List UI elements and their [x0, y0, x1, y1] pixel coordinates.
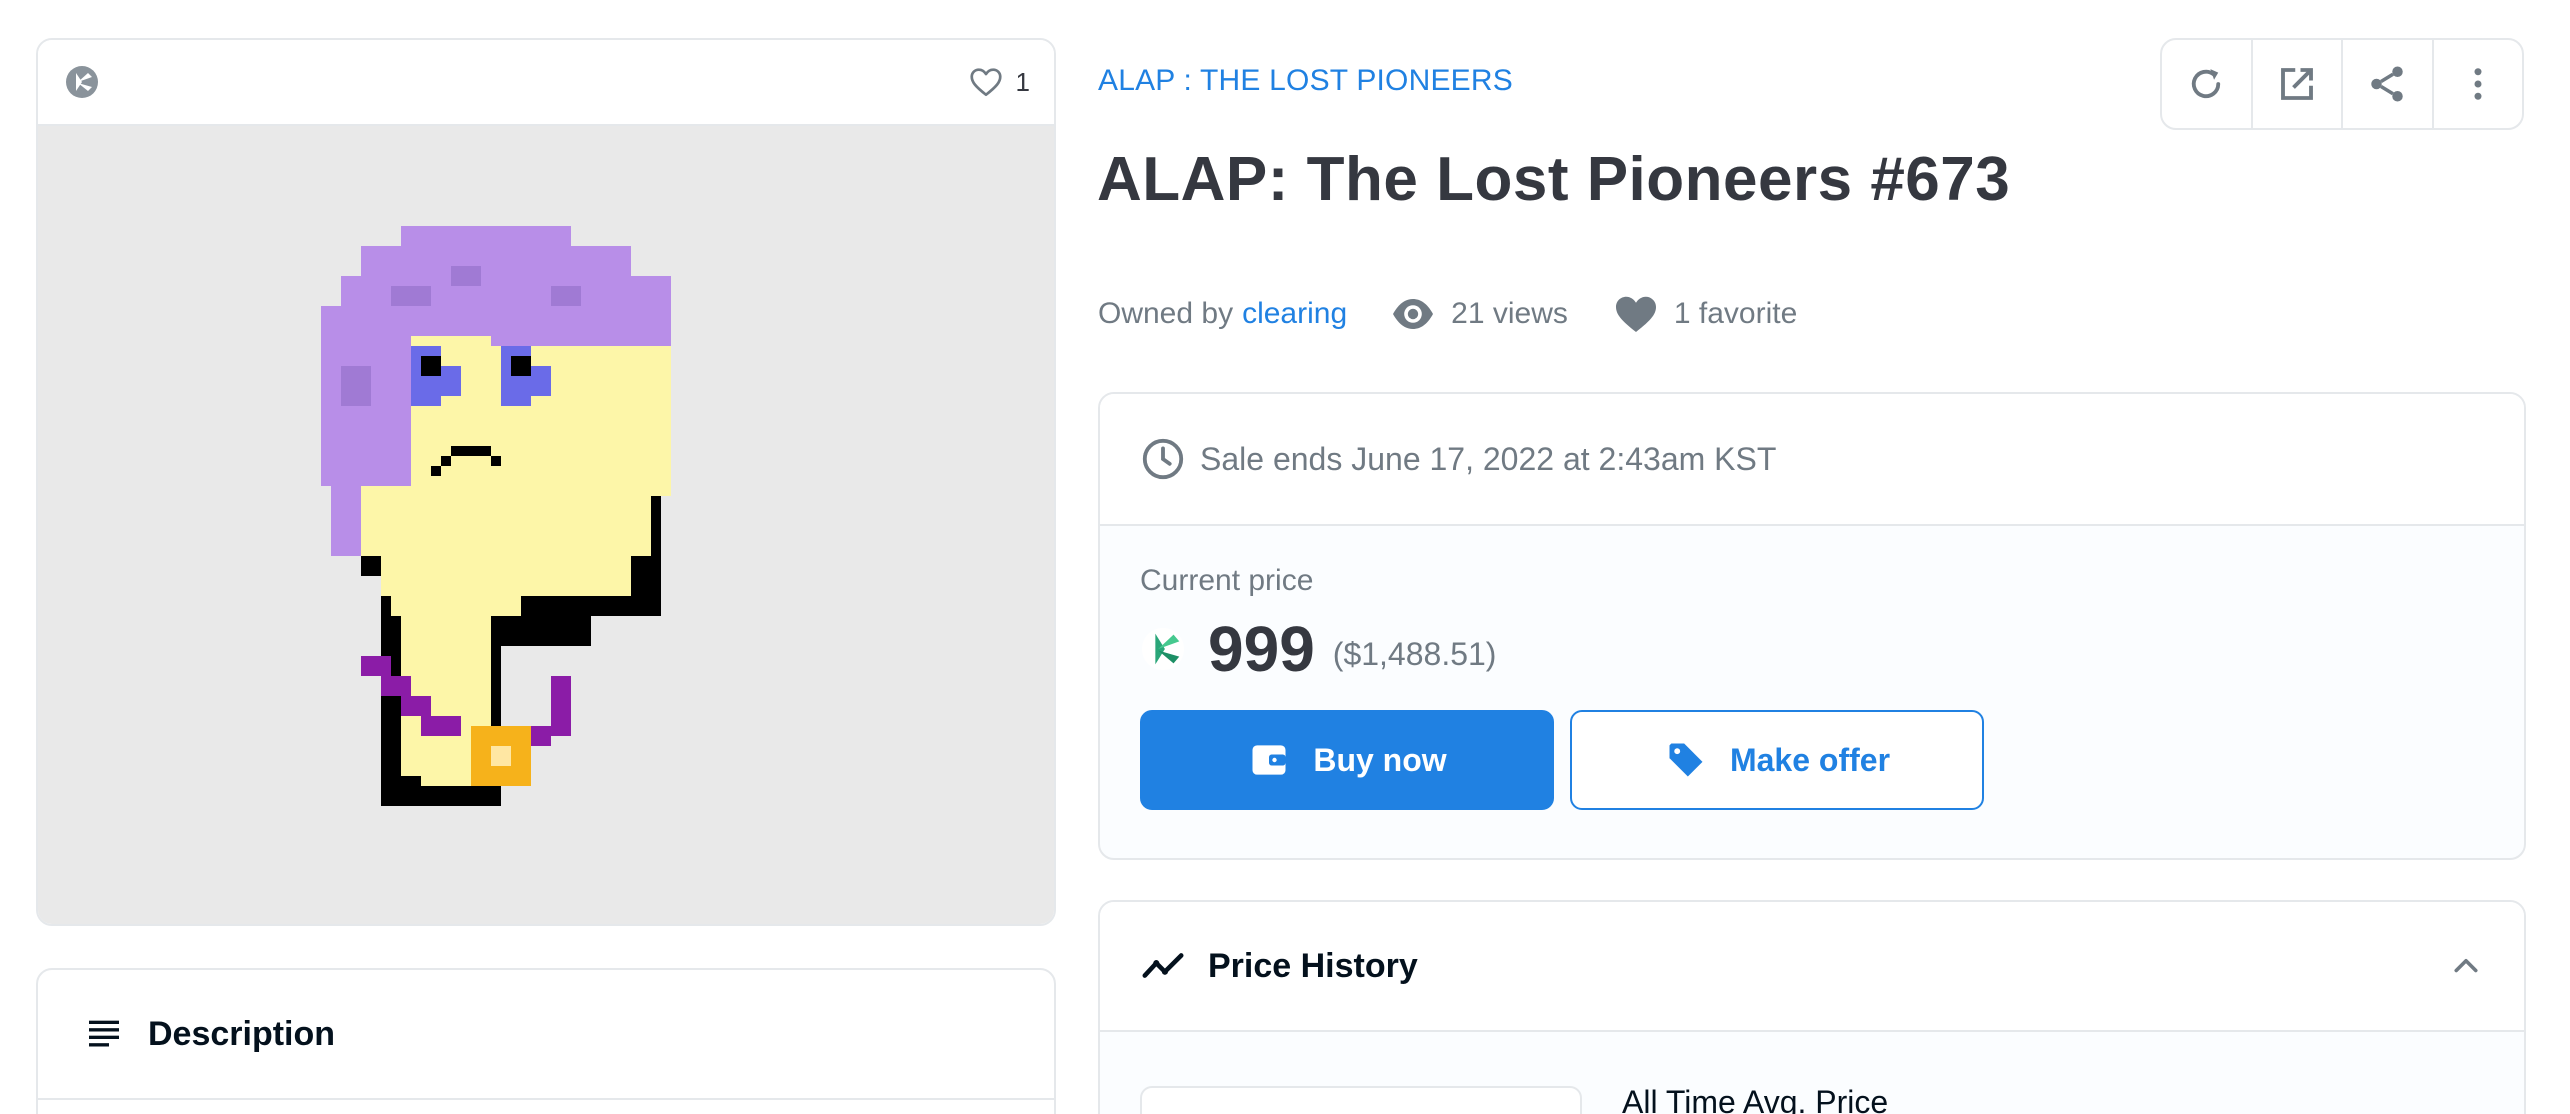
description-title: Description — [148, 1014, 336, 1053]
clock-icon — [1140, 436, 1186, 482]
owner-link[interactable]: clearing — [1242, 297, 1347, 331]
asset-card: 1 — [36, 38, 1056, 926]
price-amount: 999 — [1208, 613, 1315, 685]
trending-icon — [1142, 953, 1184, 978]
make-offer-button[interactable]: Make offer — [1570, 710, 1984, 810]
share-button[interactable] — [2343, 40, 2434, 128]
collection-link[interactable]: ALAP : THE LOST PIONEERS — [1098, 64, 1513, 98]
external-link-icon — [2276, 63, 2318, 105]
favorite-count: 1 — [1015, 66, 1030, 97]
price-history-title: Price History — [1208, 946, 1418, 985]
owned-by-label: Owned by — [1098, 297, 1234, 330]
share-icon — [2366, 63, 2408, 105]
favorites-label: 1 favorite — [1673, 297, 1798, 330]
asset-title: ALAP: The Lost Pioneers #673 — [1097, 145, 2011, 214]
favorites-count[interactable]: 1 favorite — [1612, 290, 1797, 338]
description-panel: Description — [36, 968, 1056, 1114]
views-count: 21 views — [1389, 290, 1568, 338]
time-period-select[interactable] — [1140, 1086, 1582, 1114]
trade-panel: Sale ends June 17, 2022 at 2:43am KST Cu… — [1098, 392, 2526, 860]
wallet-icon — [1247, 738, 1291, 782]
asset-meta-row: Owned by clearing 21 views 1 favorite — [1098, 290, 1797, 338]
description-header[interactable]: Description — [38, 970, 1054, 1100]
current-price-label: Current price — [1140, 564, 1314, 597]
favorite-toggle[interactable]: 1 — [968, 64, 1030, 100]
price-history-header[interactable]: Price History — [1100, 902, 2524, 1032]
heart-outline-icon — [968, 64, 1004, 100]
price-history-body: All Time Avg. Price — [1100, 1032, 2524, 1114]
more-options-button[interactable] — [2434, 40, 2523, 128]
nft-image[interactable] — [38, 126, 1054, 924]
heart-filled-icon — [1612, 290, 1660, 338]
price-history-panel: Price History All Time Avg. Price — [1098, 900, 2526, 1114]
asset-toolbar — [2160, 38, 2524, 130]
trade-actions: Buy now Make offer — [1140, 710, 2484, 810]
refresh-button[interactable] — [2162, 40, 2253, 128]
views-label: 21 views — [1451, 297, 1568, 330]
sale-ends-text: Sale ends June 17, 2022 at 2:43am KST — [1200, 440, 1777, 477]
asset-card-header: 1 — [38, 40, 1054, 126]
price-row: 999 ($1,488.51) — [1140, 612, 2484, 686]
eye-icon — [1389, 290, 1437, 338]
chevron-up-icon[interactable] — [2448, 948, 2484, 984]
text-lines-icon — [84, 1014, 124, 1054]
klaytn-chain-icon[interactable] — [64, 64, 100, 100]
make-offer-label: Make offer — [1729, 741, 1891, 778]
all-time-avg-label: All Time Avg. Price — [1622, 1084, 1889, 1114]
buy-now-button[interactable]: Buy now — [1140, 710, 1554, 810]
more-vertical-icon — [2457, 63, 2499, 105]
tag-icon — [1664, 738, 1708, 782]
buy-now-label: Buy now — [1313, 741, 1447, 778]
price-usd: ($1,488.51) — [1332, 635, 1497, 672]
sale-timer-row: Sale ends June 17, 2022 at 2:43am KST — [1100, 394, 2524, 526]
klay-token-icon[interactable] — [1140, 626, 1186, 672]
price-block: Current price 999 ($1,488.51) Buy now Ma… — [1100, 526, 2524, 810]
open-external-button[interactable] — [2253, 40, 2343, 128]
pixel-art-character — [321, 226, 671, 806]
refresh-icon — [2185, 63, 2227, 105]
